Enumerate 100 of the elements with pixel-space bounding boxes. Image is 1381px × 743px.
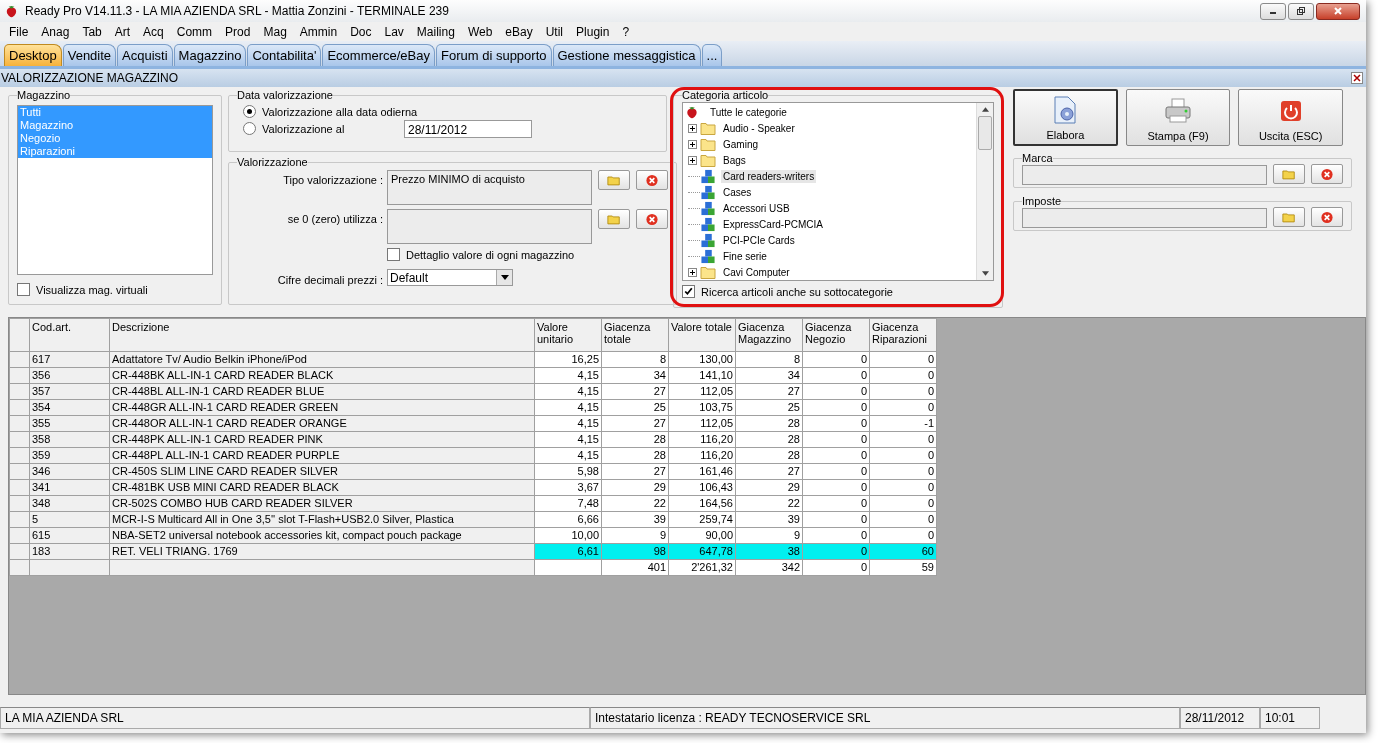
folder-icon xyxy=(700,152,716,168)
tree-item[interactable]: ExpressCard-PCMCIA xyxy=(721,217,826,231)
strawberry-icon xyxy=(4,3,19,19)
decimals-dropdown[interactable]: Default xyxy=(387,269,513,286)
column-header[interactable]: Valore totale xyxy=(668,318,736,352)
menu-item[interactable]: Doc xyxy=(344,24,379,39)
menu-item[interactable]: Acq xyxy=(137,24,171,39)
checkbox[interactable] xyxy=(682,285,695,298)
cubes-icon xyxy=(700,184,716,200)
tab[interactable]: ... xyxy=(701,44,723,66)
column-header[interactable]: Giacenza Riparazioni xyxy=(869,318,937,352)
tree-item[interactable]: Bags xyxy=(721,153,748,167)
column-header[interactable]: Giacenza totale xyxy=(601,318,669,352)
radio-button[interactable] xyxy=(243,105,256,118)
fallback-field[interactable] xyxy=(387,209,592,244)
process-button[interactable]: Elabora xyxy=(1013,89,1118,146)
menu-item[interactable]: ? xyxy=(616,24,637,39)
exit-button[interactable]: Uscita (ESC) xyxy=(1238,89,1343,146)
menu-item[interactable]: Art xyxy=(108,24,138,39)
menu-item[interactable]: File xyxy=(3,24,36,39)
folder-icon xyxy=(607,212,621,226)
status-date: 28/11/2012 xyxy=(1180,707,1260,729)
field-label: Cifre decimali prezzi : xyxy=(276,272,383,286)
tree-item[interactable]: Fine serie xyxy=(721,249,769,263)
cubes-icon xyxy=(700,248,716,264)
tree-item[interactable]: Gaming xyxy=(721,137,760,151)
menu-item[interactable]: Tab xyxy=(76,24,109,39)
tree-item[interactable]: Tutte le categorie xyxy=(708,105,789,119)
scroll-down-icon[interactable] xyxy=(981,271,989,276)
tree-item[interactable]: Audio - Speaker xyxy=(721,121,797,135)
menu-item[interactable]: eBay xyxy=(499,24,540,39)
tree-item[interactable]: Cases xyxy=(721,185,754,199)
valuation-type-field[interactable]: Prezzo MINIMO di acquisto xyxy=(387,170,592,205)
tab[interactable]: Acquisti xyxy=(117,44,173,66)
expand-icon[interactable] xyxy=(688,123,697,133)
group-label: Marca xyxy=(1022,152,1053,164)
expand-icon[interactable] xyxy=(688,155,697,165)
checkbox[interactable] xyxy=(17,283,30,296)
group-label: Valorizzazione xyxy=(237,156,308,168)
minimize-button[interactable] xyxy=(1260,2,1286,20)
brand-field[interactable] xyxy=(1022,165,1267,185)
tab[interactable]: Forum di supporto xyxy=(436,44,552,66)
column-header[interactable]: Descrizione xyxy=(109,318,535,352)
clear-icon xyxy=(645,173,659,187)
expand-icon[interactable] xyxy=(688,267,697,277)
browse-button[interactable] xyxy=(598,209,630,229)
clear-icon xyxy=(1320,167,1334,181)
folder-icon xyxy=(700,264,716,280)
tab[interactable]: Vendite xyxy=(62,44,117,66)
menu-item[interactable]: Mag xyxy=(257,24,294,39)
clear-button[interactable] xyxy=(636,170,668,190)
tab[interactable]: Contabilita' xyxy=(247,44,322,66)
tax-field[interactable] xyxy=(1022,208,1267,228)
tab[interactable]: Magazzino xyxy=(173,44,247,66)
column-header[interactable]: Giacenza Negozio xyxy=(802,318,870,352)
tab[interactable]: Desktop xyxy=(4,44,62,66)
clear-button[interactable] xyxy=(1311,207,1343,227)
cubes-icon xyxy=(700,216,716,232)
menu-item[interactable]: Util xyxy=(539,24,571,39)
group-label: Data valorizzazione xyxy=(237,89,333,101)
tab[interactable]: Gestione messaggistica xyxy=(552,44,701,66)
scroll-up-icon[interactable] xyxy=(981,107,989,112)
menu-item[interactable]: Web xyxy=(461,24,500,39)
restore-button[interactable] xyxy=(1288,2,1314,20)
tree-item[interactable]: Card readers-writers xyxy=(721,169,817,183)
close-button[interactable] xyxy=(1351,72,1363,84)
date-field[interactable]: 28/11/2012 xyxy=(404,119,532,138)
menu-item[interactable]: Lav xyxy=(378,24,411,39)
checkbox-label: Visualizza mag. virtuali xyxy=(36,283,148,296)
menu-item[interactable]: Ammin xyxy=(293,24,345,39)
menu-item[interactable]: Mailing xyxy=(410,24,462,39)
close-button[interactable] xyxy=(1316,2,1360,20)
checkbox-label: Ricerca articoli anche su sottocategorie xyxy=(701,285,893,298)
column-header[interactable]: Valore unitario xyxy=(534,318,602,352)
clear-button[interactable] xyxy=(1311,164,1343,184)
browse-button[interactable] xyxy=(1273,164,1305,184)
cubes-icon xyxy=(700,232,716,248)
checkbox[interactable] xyxy=(387,248,400,261)
field-label: Tipo valorizzazione : xyxy=(282,173,383,186)
expand-icon[interactable] xyxy=(688,139,697,149)
menu-item[interactable]: Comm xyxy=(170,24,220,39)
folder-icon xyxy=(607,173,621,187)
tree-item[interactable]: Cavi Computer xyxy=(721,265,792,279)
menu-item[interactable]: Plugin xyxy=(570,24,617,39)
column-header[interactable]: Giacenza Magazzino xyxy=(735,318,803,352)
menu-item[interactable]: Anag xyxy=(35,24,77,39)
column-header[interactable]: Cod.art. xyxy=(29,318,110,352)
browse-button[interactable] xyxy=(1273,207,1305,227)
tree-item[interactable]: Accessori USB xyxy=(721,201,792,215)
clear-button[interactable] xyxy=(636,209,668,229)
scrollbar[interactable] xyxy=(976,103,993,280)
strawberry-icon xyxy=(684,104,700,120)
tab[interactable]: Ecommerce/eBay xyxy=(322,44,435,66)
radio-button[interactable] xyxy=(243,122,256,135)
tree-item[interactable]: PCI-PCIe Cards xyxy=(721,233,797,247)
folder-icon xyxy=(700,120,716,136)
scroll-thumb[interactable] xyxy=(978,116,992,150)
browse-button[interactable] xyxy=(598,170,630,190)
menu-item[interactable]: Prod xyxy=(219,24,258,39)
print-button[interactable]: Stampa (F9) xyxy=(1125,89,1231,146)
